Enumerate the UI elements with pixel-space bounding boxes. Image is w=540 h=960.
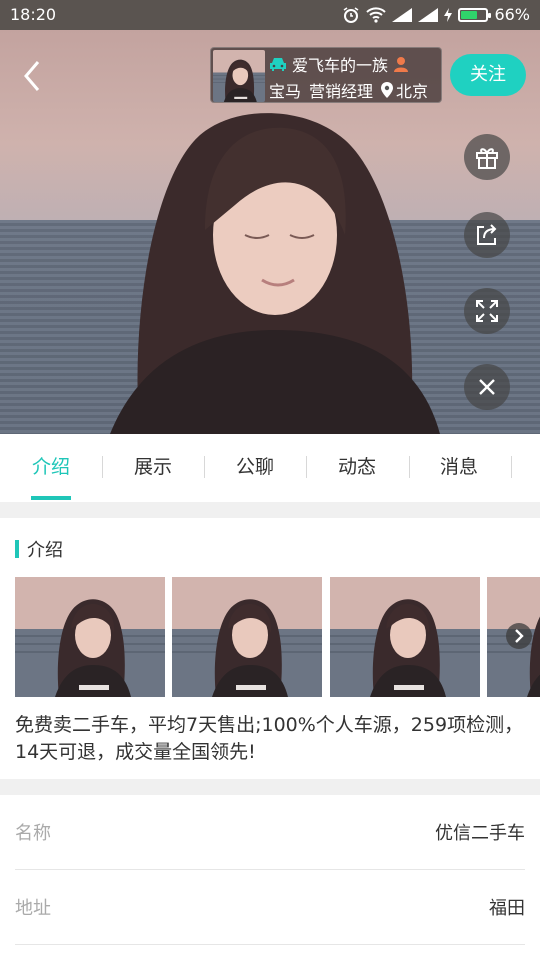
- gift-button[interactable]: [464, 134, 510, 180]
- info-label: 名称: [15, 823, 51, 844]
- signal-icon: [418, 7, 439, 22]
- gift-icon: [476, 148, 498, 169]
- tab-moments[interactable]: 动态: [306, 434, 408, 502]
- gallery-next-button[interactable]: [506, 623, 532, 649]
- avatar: [213, 50, 265, 102]
- gallery-photo[interactable]: [15, 577, 165, 697]
- section-gap: [0, 779, 540, 795]
- section-accent-bar: [15, 540, 19, 558]
- battery-icon: [458, 7, 492, 22]
- tab-divider: [306, 456, 307, 478]
- gallery-photo[interactable]: [330, 577, 480, 697]
- section-gap: [0, 502, 540, 518]
- signal-icon: [392, 7, 413, 22]
- follow-button[interactable]: 关注: [450, 54, 526, 96]
- gallery-photo[interactable]: [172, 577, 322, 697]
- profile-position: 营销经理: [309, 82, 374, 101]
- cover-photo: 爱飞车的一族 宝马 营销经理 北京 关注: [0, 30, 540, 434]
- tab-messages[interactable]: 消息: [408, 434, 510, 502]
- chevron-left-icon: [24, 61, 40, 91]
- fullscreen-button[interactable]: [464, 288, 510, 334]
- profile-meta-row: 宝马 营销经理 北京: [269, 78, 428, 102]
- fullscreen-icon: [476, 300, 498, 322]
- tab-divider: [511, 456, 512, 478]
- profile-chip[interactable]: 爱飞车的一族 宝马 营销经理 北京: [210, 47, 442, 103]
- tab-public-chat[interactable]: 公聊: [204, 434, 306, 502]
- section-title-text: 介绍: [27, 540, 63, 561]
- info-row-address: 地址 福田: [0, 870, 540, 945]
- share-button[interactable]: [464, 212, 510, 258]
- profile-name-row: 爱飞车的一族: [269, 52, 409, 76]
- status-bar: 18:20 66%: [0, 0, 540, 30]
- info-value: 优信二手车: [435, 823, 525, 844]
- charging-icon: [444, 7, 453, 22]
- close-icon: [479, 379, 495, 395]
- section-title: 介绍: [15, 536, 63, 562]
- location-pin-icon: [381, 82, 394, 98]
- battery-fill: [461, 10, 478, 19]
- status-time: 18:20: [10, 5, 57, 24]
- status-icons: 66%: [342, 5, 530, 24]
- share-icon: [477, 224, 497, 245]
- alarm-icon: [343, 6, 359, 23]
- photo-gallery: [15, 577, 540, 697]
- tab-bar: 介绍 展示 公聊 动态 消息: [0, 434, 540, 502]
- tab-showcase[interactable]: 展示: [102, 434, 204, 502]
- active-tab-indicator: [31, 496, 71, 500]
- profile-brand: 宝马: [269, 82, 302, 101]
- profile-location: 北京: [381, 78, 428, 102]
- tab-divider: [409, 456, 410, 478]
- info-value: 福田: [489, 898, 525, 919]
- profile-nickname: 爱飞车的一族: [292, 56, 389, 75]
- user-icon: [394, 57, 409, 72]
- back-button[interactable]: [18, 58, 48, 94]
- battery-percent: 66%: [494, 5, 530, 24]
- location-text: 北京: [396, 82, 429, 101]
- tab-intro[interactable]: 介绍: [0, 434, 102, 502]
- car-icon: [270, 58, 286, 71]
- divider: [15, 944, 525, 945]
- chevron-right-icon: [515, 629, 524, 643]
- info-row-name: 名称 优信二手车: [0, 795, 540, 870]
- intro-description: 免费卖二手车，平均7天售出;100%个人车源，259项检测，14天可退，成交量全…: [15, 714, 524, 763]
- wifi-icon: [366, 6, 387, 23]
- tab-divider: [102, 456, 103, 478]
- tab-divider: [204, 456, 205, 478]
- close-button[interactable]: [464, 364, 510, 410]
- info-label: 地址: [15, 898, 51, 919]
